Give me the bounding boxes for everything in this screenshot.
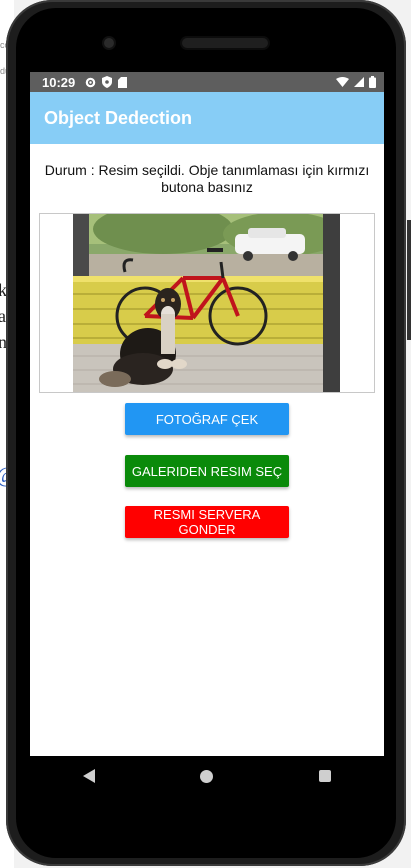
app-bar: Object Dedection [30, 92, 384, 144]
image-preview [39, 213, 375, 393]
send-to-server-button[interactable]: RESMI SERVERA GONDER [125, 506, 289, 538]
select-from-gallery-button[interactable]: GALERIDEN RESIM SEÇ [125, 455, 289, 487]
app-screen: 10:29 Object Dedection Durum : Resim seç… [30, 72, 384, 756]
settings-icon [85, 77, 96, 87]
navigation-bar [30, 756, 384, 796]
status-time: 10:29 [42, 74, 76, 90]
home-icon[interactable] [200, 769, 214, 783]
take-photo-button[interactable]: FOTOĞRAF ÇEK [125, 403, 289, 435]
sd-card-icon [118, 76, 128, 88]
signal-icon [354, 77, 364, 87]
shield-icon [102, 76, 113, 88]
dog-bicycle-photo-icon [73, 214, 340, 392]
earpiece-speaker [182, 38, 268, 48]
status-bar: 10:29 [30, 72, 384, 92]
app-title: Object Dedection [44, 107, 193, 128]
back-icon[interactable] [82, 769, 95, 783]
front-camera [104, 38, 114, 48]
recents-icon[interactable] [319, 770, 332, 782]
background-edge [407, 220, 411, 340]
status-message: Durum : Resim seçildi. Obje tanımlaması … [44, 162, 370, 195]
selected-photo [73, 214, 340, 392]
wifi-icon [336, 77, 349, 87]
battery-icon [369, 76, 376, 88]
